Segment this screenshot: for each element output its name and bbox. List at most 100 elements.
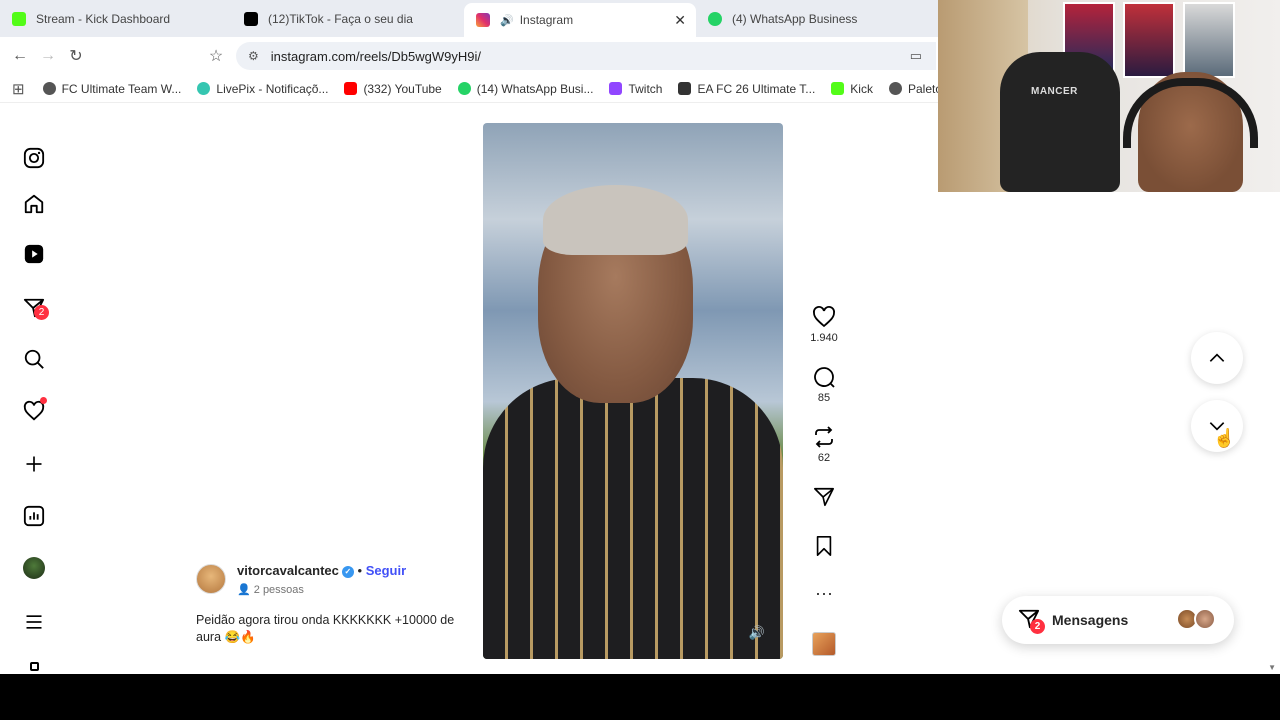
instagram-logo-icon[interactable] [22,146,46,170]
whatsapp-icon [708,11,722,26]
bookmark-label: Paletools v2 [907,81,938,96]
message-avatars [1176,608,1218,632]
cast-icon[interactable]: ▭ [910,48,922,64]
screen: Stream - Kick Dashboard (12)TikTok - Faç… [0,0,1280,720]
bookmark-item[interactable]: Paletools v2 [888,81,938,96]
bookmark-item[interactable]: FC Ultimate Team W... [42,82,181,96]
avatar [1194,608,1216,630]
tab-whatsapp[interactable]: (4) WhatsApp Business [696,0,928,37]
scroll-down-arrow[interactable]: ▼ [1268,663,1276,672]
bookmark-item[interactable]: (332) YouTube [344,81,442,96]
person-icon: 👤 [237,584,251,596]
menu-icon[interactable] [22,610,46,634]
tab-bar: Stream - Kick Dashboard (12)TikTok - Faç… [0,0,938,37]
bookmark-item[interactable]: Kick [831,82,873,96]
profile-avatar[interactable] [22,556,46,580]
bookmark-item[interactable]: (14) WhatsApp Busi... [457,81,594,96]
tiktok-icon [244,11,258,26]
bookmark-label: LivePix - Notificaçõ... [216,81,329,96]
tab-tiktok[interactable]: (12)TikTok - Faça o seu dia [232,0,464,37]
collab-people[interactable]: 👤 2 pessoas [237,583,304,596]
repost-icon [815,426,833,448]
poster [1183,2,1235,78]
headset [1123,78,1258,148]
heart-icon [813,306,835,328]
url-field[interactable]: ⚙ instagram.com/reels/Db5wgW9yH9i/ ▭ [236,42,936,70]
gaming-chair [1000,52,1120,192]
comment-icon [814,367,835,388]
ea-icon [678,82,692,95]
tab-instagram[interactable]: 🔊 Instagram ✕ [464,3,696,37]
create-plus-icon[interactable] [22,452,46,476]
volume-icon[interactable]: 🔊 [749,625,765,641]
tab-label: (12)TikTok - Faça o seu dia [268,11,413,26]
messages-badge: 2 [1030,619,1045,634]
comment-count: 85 [817,392,831,404]
poster [1123,2,1175,78]
author-avatar[interactable] [196,564,226,594]
video-person-shirt [483,378,783,659]
reels-icon[interactable] [22,242,46,266]
tab-kick[interactable]: Stream - Kick Dashboard [0,0,232,37]
bookmark-item[interactable]: EA FC 26 Ultimate T... [678,82,815,96]
search-icon[interactable] [22,347,46,371]
bookmark-star-icon[interactable]: ☆ [202,46,230,66]
reel-caption: Peidão agora tirou onda KKKKKKK +10000 d… [196,613,455,644]
back-icon[interactable]: ← [6,47,34,65]
livepix-icon [197,82,211,95]
dashboard-chart-icon[interactable] [22,504,46,528]
follow-button[interactable]: Seguir [366,563,406,578]
speaker-icon[interactable]: 🔊 [500,14,514,27]
bookmark-label: Twitch [628,81,663,96]
address-bar: ← → ↻ ☆ ⚙ instagram.com/reels/Db5wgW9yH9… [0,37,938,75]
apps-grid-icon[interactable]: ⊞ [12,80,25,98]
video-person-hair [543,185,688,255]
chair-text: MANCER [1031,86,1078,97]
verified-icon: ✓ [341,565,354,578]
heart-icon[interactable] [22,397,47,423]
audio-thumbnail[interactable] [806,632,842,656]
share-icon [814,487,834,507]
site-settings-icon[interactable]: ⚙ [248,49,259,63]
twitch-icon [609,82,623,95]
cursor-icon: ☝ [1213,428,1236,448]
bookmark-item[interactable]: LivePix - Notificaçõ... [197,82,328,96]
app-switch-icon[interactable] [22,658,46,674]
reload-icon[interactable]: ↻ [62,46,90,66]
like-count: 1.940 [810,332,838,344]
taskbar [0,674,1280,720]
bookmark-label: EA FC 26 Ultimate T... [697,81,816,96]
url-text: instagram.com/reels/Db5wgW9yH9i/ [270,48,481,64]
messages-button[interactable]: 2 Mensagens [1002,596,1234,644]
direct-messages-icon[interactable]: 2 [22,296,49,320]
reel-video[interactable]: 🔊 [483,123,783,659]
instagram-icon [476,13,490,27]
comment-button[interactable]: 85 [806,365,842,404]
chevron-up-icon [1209,353,1225,362]
forward-icon[interactable]: → [34,47,62,65]
tab-label: (4) WhatsApp Business [732,11,858,26]
bookmark-label: Kick [850,81,873,96]
tab-label: Instagram [519,13,574,27]
tab-label: Stream - Kick Dashboard [36,11,171,26]
like-button[interactable]: 1.940 [806,305,842,344]
save-button[interactable] [806,535,842,560]
globe-icon [42,82,56,95]
kick-icon [12,11,26,26]
home-icon[interactable] [22,192,46,216]
close-icon[interactable]: ✕ [674,12,686,29]
people-label: 2 pessoas [253,584,304,596]
share-button[interactable] [806,486,842,511]
previous-reel-button[interactable] [1191,332,1243,384]
bookmark-label: (332) YouTube [363,81,442,96]
author-username[interactable]: vitorcavalcantec [237,563,339,578]
bookmark-item[interactable]: Twitch [609,82,662,96]
repost-button[interactable]: 62 [806,425,842,464]
separator: • [357,563,363,578]
messages-label: Mensagens [1052,612,1129,628]
bookmark-label: (14) WhatsApp Busi... [476,81,594,96]
kick-icon [831,82,845,95]
direct-messages-icon: 2 [1018,608,1045,634]
more-options-icon[interactable]: ··· [806,584,842,602]
bookmark-icon [816,536,832,556]
